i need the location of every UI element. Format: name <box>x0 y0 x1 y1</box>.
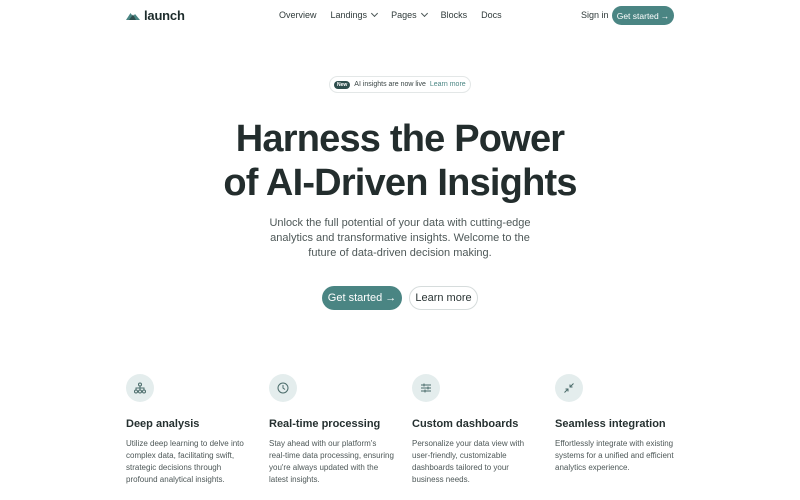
network-icon <box>126 374 154 402</box>
announcement-learn-more-link[interactable]: Learn more <box>430 81 466 88</box>
chevron-down-icon <box>371 9 379 18</box>
headline-line-2: of AI-Driven Insights <box>223 162 577 204</box>
nav-link-docs[interactable]: Docs <box>481 10 502 20</box>
hero-headline: Harness the Power of AI-Driven Insights <box>0 117 800 205</box>
feature-seamless-integration: Seamless integration Effortlessly integr… <box>555 374 680 474</box>
sliders-icon <box>412 374 440 402</box>
hero-learn-more-label: Learn more <box>415 292 472 304</box>
feature-custom-dashboards: Custom dashboards Personalize your data … <box>412 374 537 486</box>
arrow-right-icon: → <box>385 292 397 304</box>
feature-deep-analysis: Deep analysis Utilize deep learning to d… <box>126 374 251 486</box>
nav-cta-label: Get started <box>616 10 659 21</box>
feature-title: Real-time processing <box>269 418 381 430</box>
minimize-icon <box>555 374 583 402</box>
nav-get-started-button[interactable]: Get started → <box>612 6 674 25</box>
nav-link-blocks[interactable]: Blocks <box>441 10 468 20</box>
nav-link-label: Overview <box>279 10 317 20</box>
feature-title: Deep analysis <box>126 418 200 430</box>
headline-line-1: Harness the Power <box>235 118 565 160</box>
feature-real-time-processing: Real-time processing Stay ahead with our… <box>269 374 394 486</box>
nav-link-pages[interactable]: Pages <box>391 9 428 20</box>
logo[interactable]: launch <box>126 8 185 23</box>
hero-learn-more-button[interactable]: Learn more <box>409 286 478 310</box>
chevron-down-icon <box>420 9 428 18</box>
feature-description: Utilize deep learning to delve into comp… <box>126 439 244 484</box>
nav-link-label: Pages <box>391 10 417 20</box>
announcement-text: AI insights are now live <box>354 81 426 88</box>
nav-link-label: Blocks <box>440 10 468 20</box>
logo-text: launch <box>144 8 185 23</box>
clock-icon <box>269 374 297 402</box>
feature-description: Effortlessly integrate with existing sys… <box>555 439 674 472</box>
announcement-pill[interactable]: New AI insights are now live Learn more <box>329 76 471 93</box>
nav-links: Overview Landings Pages Blocks Docs <box>279 9 502 20</box>
feature-title: Custom dashboards <box>412 418 519 430</box>
nav-link-label: Landings <box>330 10 368 20</box>
nav-link-label: Docs <box>481 10 502 20</box>
logo-icon <box>126 12 140 20</box>
nav-link-landings[interactable]: Landings <box>330 9 379 20</box>
feature-description: Personalize your data view with user-fri… <box>412 439 525 484</box>
feature-description: Stay ahead with our platform's real-time… <box>269 439 394 484</box>
nav-link-overview[interactable]: Overview <box>279 10 317 20</box>
hero-get-started-button[interactable]: Get started → <box>322 286 402 310</box>
hero-cta-label: Get started <box>327 292 383 304</box>
new-badge: New <box>334 80 351 89</box>
hero-subtitle: Unlock the full potential of your data w… <box>269 217 531 259</box>
feature-title: Seamless integration <box>555 418 666 430</box>
top-navbar: launch Overview Landings Pages Blocks Do… <box>0 0 800 31</box>
arrow-right-icon: → <box>660 10 670 21</box>
sign-in-link[interactable]: Sign in <box>581 10 609 20</box>
